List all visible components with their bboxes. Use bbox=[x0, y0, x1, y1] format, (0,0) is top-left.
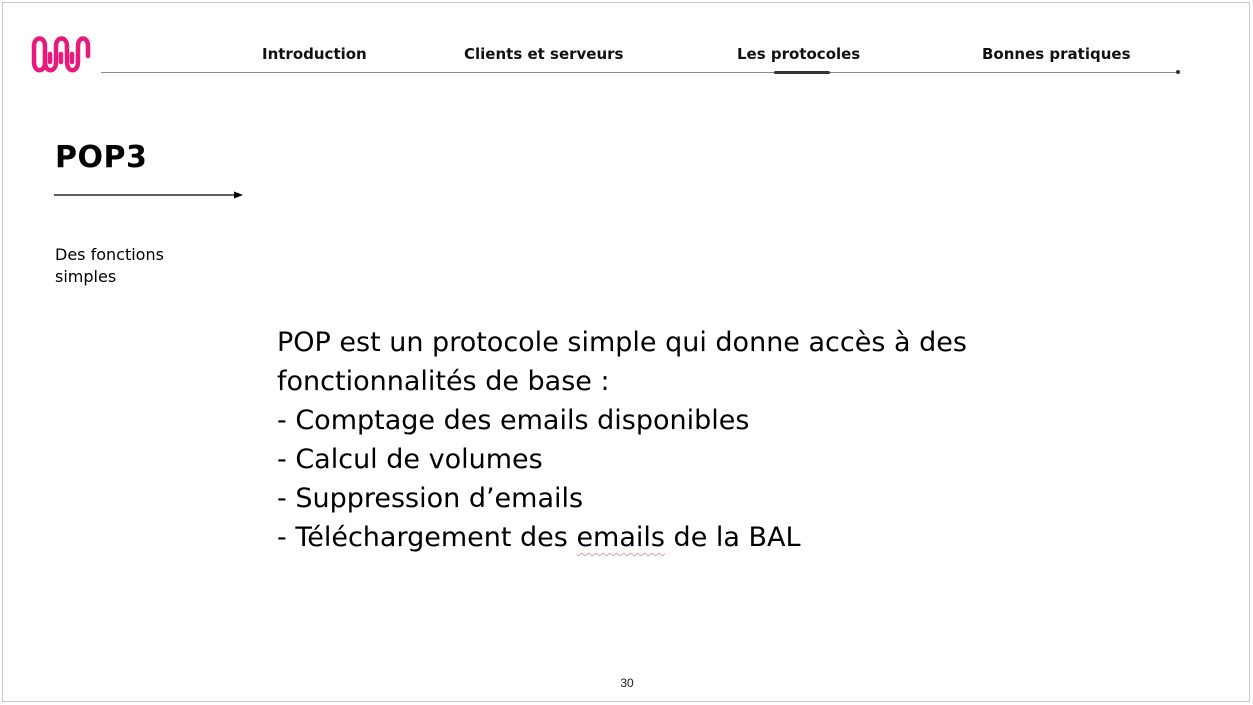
slide: Introduction Clients et serveurs Les pro… bbox=[2, 2, 1250, 702]
nav-item-clients-et-serveurs[interactable]: Clients et serveurs bbox=[464, 45, 624, 63]
nav-active-indicator bbox=[774, 71, 830, 74]
body-intro-line: fonctionnalités de base : bbox=[277, 366, 610, 397]
bullet-text: de la BAL bbox=[664, 522, 801, 553]
bullet-item: - Comptage des emails disponibles bbox=[277, 405, 750, 436]
bullet-text: - Téléchargement des bbox=[277, 522, 577, 553]
nav-item-introduction[interactable]: Introduction bbox=[262, 45, 367, 63]
nav-divider bbox=[101, 72, 1179, 73]
body-intro-line: POP est un protocole simple qui donne ac… bbox=[277, 327, 967, 358]
nav-item-les-protocoles[interactable]: Les protocoles bbox=[737, 45, 860, 63]
slide-body: POP est un protocole simple qui donne ac… bbox=[277, 323, 1077, 557]
spellcheck-flagged-word: emails bbox=[576, 522, 665, 553]
slide-subtitle: Des fonctions simples bbox=[55, 245, 164, 286]
slide-title: POP3 bbox=[55, 140, 148, 175]
bullet-item: - Téléchargement des emails de la BAL bbox=[277, 518, 1077, 557]
nav-end-dot bbox=[1176, 70, 1180, 74]
arrow-right-icon bbox=[54, 191, 243, 199]
bullet-item: - Calcul de volumes bbox=[277, 444, 543, 475]
logo-icon bbox=[31, 36, 91, 73]
page-number: 30 bbox=[620, 676, 634, 690]
bullet-item: - Suppression d’emails bbox=[277, 483, 584, 514]
nav-item-bonnes-pratiques[interactable]: Bonnes pratiques bbox=[982, 45, 1131, 63]
